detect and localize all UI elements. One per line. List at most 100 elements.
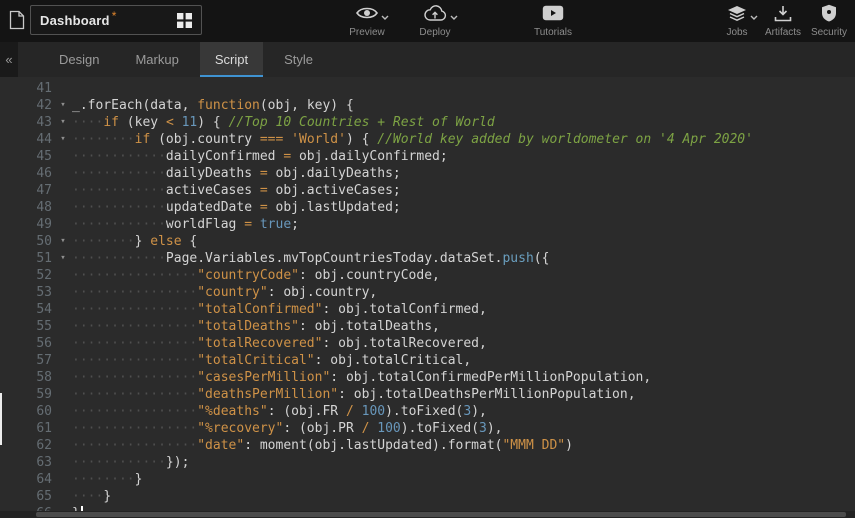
line-number: 52 <box>0 267 54 284</box>
fold-spacer <box>54 352 72 369</box>
top-toolbar: Dashboard * Preview <box>0 0 855 42</box>
horizontal-scrollbar-track[interactable] <box>0 511 855 518</box>
code-text: ············dailyConfirmed = obj.dailyCo… <box>72 148 855 165</box>
fold-spacer <box>54 454 72 471</box>
code-line[interactable]: 44▾········if (obj.country === 'World') … <box>0 131 855 148</box>
code-line[interactable]: 41 <box>0 80 855 97</box>
line-number: 42 <box>0 97 54 114</box>
chevron-down-icon[interactable] <box>450 12 458 23</box>
tab-design[interactable]: Design <box>44 42 114 77</box>
mode-tabs: Design Markup Script Style <box>44 42 334 77</box>
horizontal-scrollbar-thumb[interactable] <box>36 512 846 517</box>
collapse-panel-button[interactable]: « <box>0 42 18 77</box>
fold-spacer <box>54 335 72 352</box>
fold-spacer <box>54 488 72 505</box>
tab-style[interactable]: Style <box>269 42 328 77</box>
line-number: 41 <box>0 80 54 97</box>
line-number: 54 <box>0 301 54 318</box>
fold-spacer <box>54 369 72 386</box>
security-button[interactable]: Security <box>799 4 855 38</box>
code-line[interactable]: 42▾_.forEach(data, function(obj, key) { <box>0 97 855 114</box>
fold-toggle-icon[interactable]: ▾ <box>54 114 72 131</box>
editor-tabbar: « Design Markup Script Style <box>0 42 855 77</box>
fold-toggle-icon[interactable]: ▾ <box>54 233 72 250</box>
code-text: ············dailyDeaths = obj.dailyDeath… <box>72 165 855 182</box>
code-text: ················"date": moment(obj.lastU… <box>72 437 855 454</box>
page-selector[interactable]: Dashboard * <box>30 5 202 35</box>
script-editor[interactable]: 4142▾_.forEach(data, function(obj, key) … <box>0 77 855 518</box>
chevron-down-icon[interactable] <box>381 12 389 23</box>
code-line[interactable]: 47 ············activeCases = obj.activeCa… <box>0 182 855 199</box>
code-text: ················"totalCritical": obj.tot… <box>72 352 855 369</box>
code-text: ····} <box>72 488 855 505</box>
fold-spacer <box>54 437 72 454</box>
fold-toggle-icon[interactable]: ▾ <box>54 97 72 114</box>
code-line[interactable]: 54················"totalConfirmed": obj.… <box>0 301 855 318</box>
tab-markup[interactable]: Markup <box>120 42 193 77</box>
code-text: ············activeCases = obj.activeCase… <box>72 182 855 199</box>
fold-spacer <box>54 420 72 437</box>
code-text: _.forEach(data, function(obj, key) { <box>72 97 855 114</box>
code-line[interactable]: 62 ················"date": moment(obj.las… <box>0 437 855 454</box>
fold-spacer <box>54 267 72 284</box>
code-line[interactable]: 65····} <box>0 488 855 505</box>
code-line[interactable]: 50▾········} else { <box>0 233 855 250</box>
code-text: ····if (key < 11) { //Top 10 Countries +… <box>72 114 855 131</box>
code-line[interactable]: 45············dailyConfirmed = obj.daily… <box>0 148 855 165</box>
tab-script[interactable]: Script <box>200 42 263 77</box>
code-text: ················"totalRecovered": obj.to… <box>72 335 855 352</box>
line-number: 44 <box>0 131 54 148</box>
video-play-icon <box>542 5 564 24</box>
left-panel-scrollbar[interactable] <box>0 393 2 445</box>
line-number: 47 <box>0 182 54 199</box>
deploy-button[interactable]: Deploy <box>405 4 465 38</box>
code-line[interactable]: 56················"totalRecovered": obj.… <box>0 335 855 352</box>
artifacts-label: Artifacts <box>765 27 801 38</box>
line-number: 50 <box>0 233 54 250</box>
tutorials-label: Tutorials <box>534 27 572 38</box>
line-number: 55 <box>0 318 54 335</box>
fold-spacer <box>54 80 72 97</box>
code-text: ············worldFlag = true; <box>72 216 855 233</box>
tutorials-button[interactable]: Tutorials <box>523 4 583 38</box>
code-text: ················"totalDeaths": obj.total… <box>72 318 855 335</box>
code-line[interactable]: 43▾····if (key < 11) { //Top 10 Countrie… <box>0 114 855 131</box>
code-line[interactable]: 46············dailyDeaths = obj.dailyDea… <box>0 165 855 182</box>
code-text: ········if (obj.country === 'World') { /… <box>72 131 855 148</box>
code-line[interactable]: 60················"%deaths": (obj.FR / 1… <box>0 403 855 420</box>
code-text: ················"deathsPerMillion": obj.… <box>72 386 855 403</box>
page-file-icon[interactable] <box>9 10 27 32</box>
code-line[interactable]: 49 ············worldFlag = true; <box>0 216 855 233</box>
code-line[interactable]: 53················"country": obj.country… <box>0 284 855 301</box>
fold-toggle-icon[interactable]: ▾ <box>54 250 72 267</box>
code-line[interactable]: 48············updatedDate = obj.lastUpda… <box>0 199 855 216</box>
unsaved-indicator: * <box>112 9 117 23</box>
code-line[interactable]: 63 ············}); <box>0 454 855 471</box>
fold-spacer <box>54 165 72 182</box>
fold-spacer <box>54 182 72 199</box>
line-number: 49 <box>0 216 54 233</box>
line-number: 53 <box>0 284 54 301</box>
shield-icon <box>821 4 837 25</box>
grid-icon[interactable] <box>177 13 192 28</box>
code-text: ············updatedDate = obj.lastUpdate… <box>72 199 855 216</box>
deploy-cloud-icon <box>423 5 447 25</box>
fold-spacer <box>54 284 72 301</box>
line-number: 61 <box>0 420 54 437</box>
code-lines: 4142▾_.forEach(data, function(obj, key) … <box>0 80 855 518</box>
preview-button[interactable]: Preview <box>337 4 397 38</box>
line-number: 63 <box>0 454 54 471</box>
code-line[interactable]: 64········} <box>0 471 855 488</box>
code-line[interactable]: 52················"countryCode": obj.cou… <box>0 267 855 284</box>
line-number: 62 <box>0 437 54 454</box>
code-line[interactable]: 55 ················"totalDeaths": obj.tot… <box>0 318 855 335</box>
line-number: 43 <box>0 114 54 131</box>
code-line[interactable]: 59 ················"deathsPerMillion": ob… <box>0 386 855 403</box>
code-text: ············}); <box>72 454 855 471</box>
code-line[interactable]: 57················"totalCritical": obj.t… <box>0 352 855 369</box>
code-line[interactable]: 61················"%recovery": (obj.PR /… <box>0 420 855 437</box>
line-number: 59 <box>0 386 54 403</box>
fold-toggle-icon[interactable]: ▾ <box>54 131 72 148</box>
code-line[interactable]: 51▾············Page.Variables.mvTopCount… <box>0 250 855 267</box>
code-line[interactable]: 58················"casesPerMillion": obj… <box>0 369 855 386</box>
